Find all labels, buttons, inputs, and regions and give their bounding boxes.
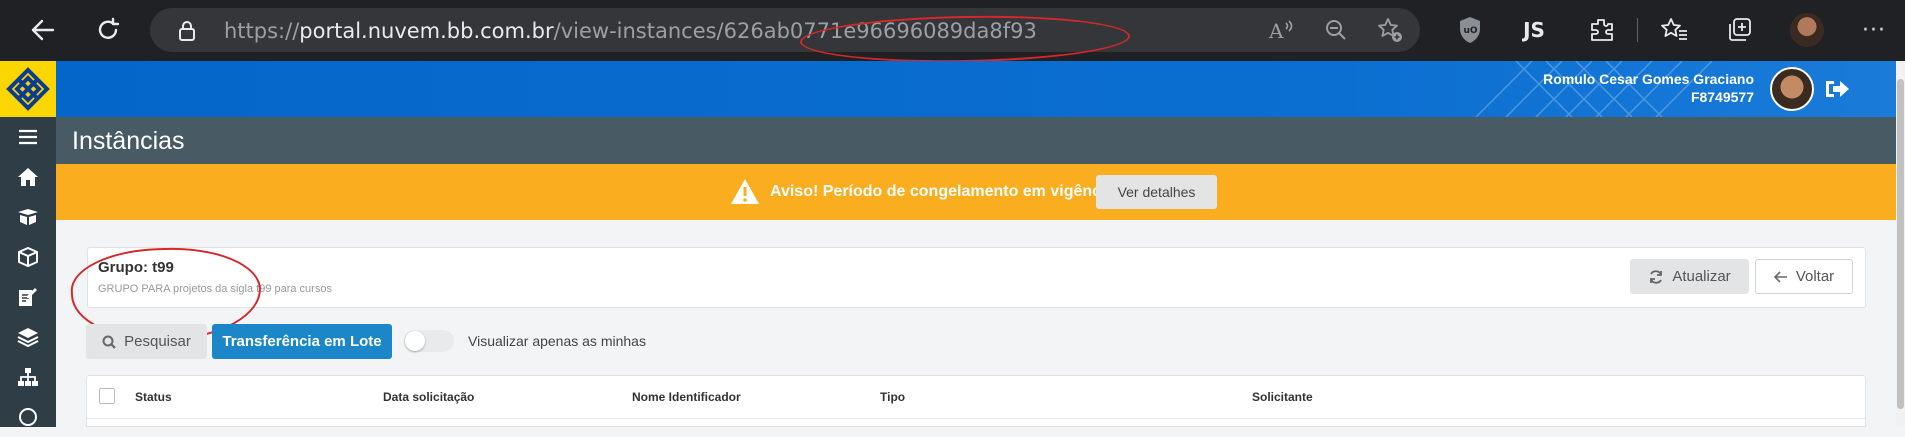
- refresh-label: Atualizar: [1672, 268, 1731, 285]
- view-details-button[interactable]: Ver detalhes: [1096, 175, 1217, 209]
- search-label: Pesquisar: [124, 333, 191, 350]
- reload-icon[interactable]: [88, 10, 128, 50]
- instances-table: Status Data solicitação Nome Identificad…: [86, 375, 1866, 427]
- cube-icon[interactable]: [0, 237, 56, 277]
- only-mine-toggle[interactable]: [404, 330, 454, 352]
- column-header-requester[interactable]: Solicitante: [1252, 390, 1313, 404]
- arrow-left-icon: [1773, 270, 1787, 283]
- home-icon[interactable]: [0, 157, 56, 197]
- sidebar: [0, 117, 56, 427]
- favorites-icon[interactable]: [1658, 14, 1690, 46]
- browser-profile-avatar[interactable]: [1790, 13, 1824, 47]
- app-header: Romulo Cesar Gomes Graciano F8749577: [56, 61, 1896, 117]
- read-aloud-icon[interactable]: A: [1265, 14, 1297, 46]
- logout-icon[interactable]: [1824, 78, 1850, 100]
- circle-icon[interactable]: [0, 397, 56, 437]
- table-divider: [87, 418, 1865, 419]
- js-icon[interactable]: JS: [1518, 14, 1550, 46]
- address-bar[interactable]: https://portal.nuvem.bb.com.br/view-inst…: [150, 8, 1420, 65]
- toggle-knob: [405, 331, 425, 351]
- column-header-identifier[interactable]: Nome Identificador: [632, 390, 741, 404]
- user-code: F8749577: [1690, 89, 1754, 105]
- page-scrollbar[interactable]: [1896, 61, 1905, 427]
- warning-banner: Aviso! Período de congelamento em vigênc…: [56, 164, 1896, 220]
- page-title: Instâncias: [72, 127, 185, 155]
- select-all-checkbox[interactable]: [99, 388, 115, 404]
- warning-icon: [731, 179, 759, 204]
- user-name: Romulo Cesar Gomes Graciano: [1543, 71, 1754, 87]
- menu-icon[interactable]: [0, 117, 56, 157]
- search-icon: [102, 335, 116, 349]
- layers-icon[interactable]: [0, 317, 56, 357]
- extensions-icon[interactable]: [1586, 14, 1618, 46]
- collections-icon[interactable]: [1724, 14, 1756, 46]
- scrollbar-thumb[interactable]: [1897, 79, 1904, 409]
- column-header-status[interactable]: Status: [135, 390, 172, 404]
- search-button[interactable]: Pesquisar: [86, 324, 207, 359]
- box-open-icon[interactable]: [0, 197, 56, 237]
- back-button[interactable]: Voltar: [1755, 259, 1853, 294]
- refresh-button[interactable]: Atualizar: [1630, 259, 1749, 294]
- svg-text:A: A: [1268, 19, 1284, 42]
- warning-text: Aviso! Período de congelamento em vigênc…: [770, 183, 1115, 200]
- avatar[interactable]: [1770, 67, 1814, 111]
- batch-transfer-button[interactable]: Transferência em Lote: [212, 324, 392, 359]
- column-header-request-date[interactable]: Data solicitação: [383, 390, 474, 404]
- column-header-type[interactable]: Tipo: [880, 390, 905, 404]
- more-options-icon[interactable]: ···: [1858, 14, 1890, 46]
- title-bar: Instâncias: [56, 117, 1896, 164]
- sitemap-icon[interactable]: [0, 357, 56, 397]
- favorite-add-icon[interactable]: [1374, 14, 1406, 46]
- lock-icon[interactable]: [178, 20, 196, 47]
- back-label: Voltar: [1795, 268, 1835, 285]
- browser-toolbar: https://portal.nuvem.bb.com.br/view-inst…: [0, 0, 1905, 65]
- svg-text:uO: uO: [1464, 26, 1478, 36]
- back-arrow-icon[interactable]: [22, 10, 62, 50]
- bb-logo[interactable]: [0, 61, 56, 117]
- zoom-out-icon[interactable]: [1320, 14, 1352, 46]
- ublock-icon[interactable]: uO: [1454, 14, 1486, 46]
- refresh-icon: [1650, 269, 1663, 284]
- group-card: Grupo: t99 GRUPO PARA projetos da sigla …: [87, 247, 1866, 308]
- toolbar-divider: [1637, 18, 1638, 42]
- only-mine-label: Visualizar apenas as minhas: [468, 333, 646, 349]
- edit-icon[interactable]: [0, 277, 56, 317]
